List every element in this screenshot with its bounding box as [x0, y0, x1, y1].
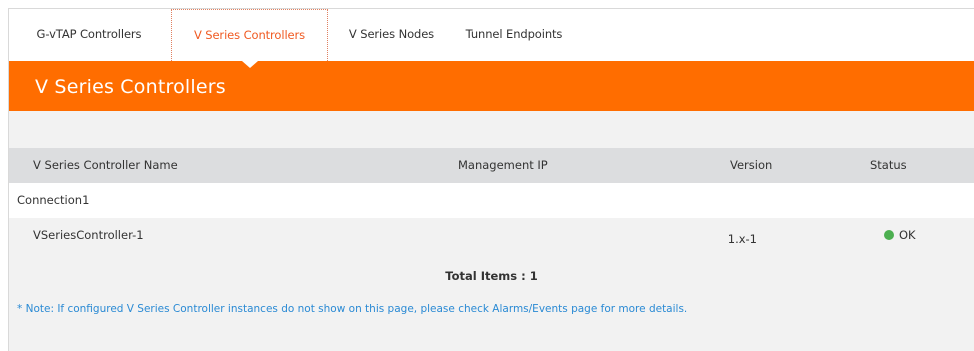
tab-gvtap-controllers[interactable]: G-vTAP Controllers [19, 9, 159, 61]
table-row[interactable]: VSeriesController-1 1.x-1 OK [9, 218, 974, 253]
tab-tunnel-endpoints[interactable]: Tunnel Endpoints [454, 9, 574, 61]
page-title: V Series Controllers [35, 76, 226, 98]
column-header-name[interactable]: V Series Controller Name [33, 148, 178, 183]
toolbar-area [9, 111, 974, 148]
table-header: V Series Controller Name Management IP V… [9, 148, 974, 183]
total-items: Total Items : 1 [445, 269, 538, 283]
active-tab-pointer [242, 61, 258, 68]
group-name: Connection1 [17, 193, 90, 207]
column-header-status[interactable]: Status [870, 148, 907, 183]
page-frame: G-vTAP Controllers V Series Controllers … [8, 8, 974, 351]
column-header-management-ip[interactable]: Management IP [458, 148, 548, 183]
controller-name-cell[interactable]: VSeriesController-1 [33, 228, 144, 242]
status-cell: OK [884, 228, 916, 242]
status-ok-icon [884, 230, 894, 240]
page-banner: V Series Controllers [9, 61, 974, 111]
column-header-version[interactable]: Version [730, 148, 772, 183]
tab-bar: G-vTAP Controllers V Series Controllers … [9, 9, 974, 61]
info-note: * Note: If configured V Series Controlle… [17, 303, 688, 315]
table-group-row[interactable]: Connection1 [9, 183, 974, 218]
status-text: OK [899, 228, 916, 242]
tab-v-series-controllers[interactable]: V Series Controllers [171, 9, 328, 61]
tab-v-series-nodes[interactable]: V Series Nodes [339, 9, 444, 61]
version-cell: 1.x-1 [727, 232, 757, 246]
